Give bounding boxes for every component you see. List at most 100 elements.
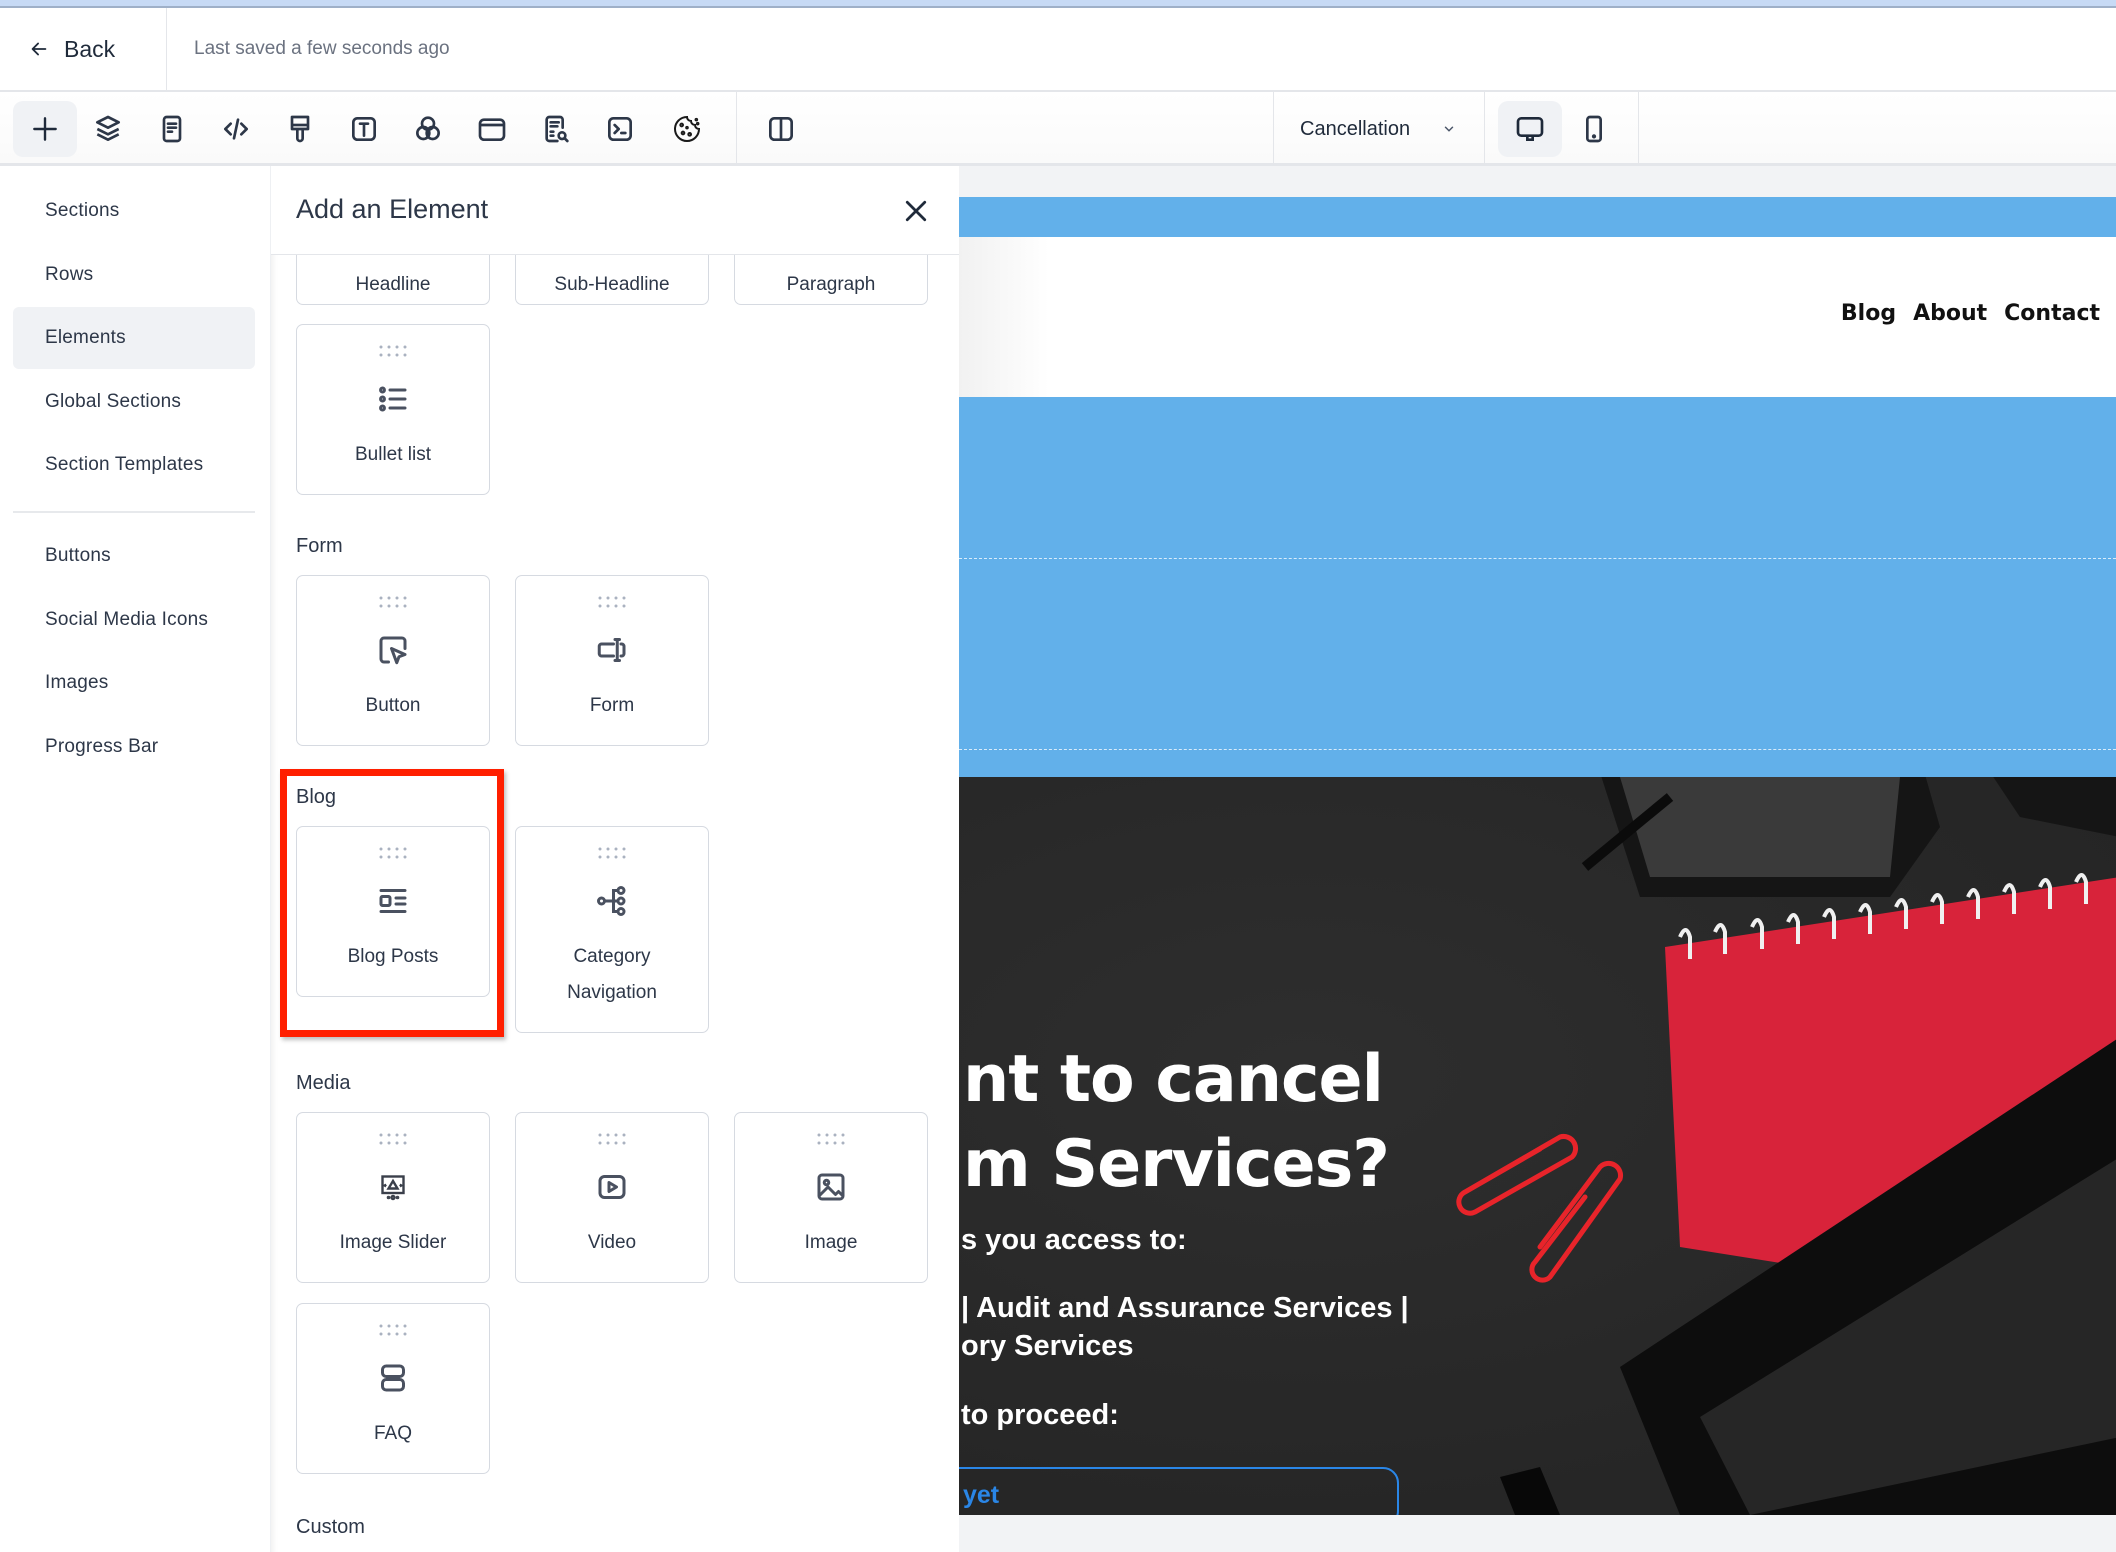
nav-link-about[interactable]: About <box>1913 301 1987 326</box>
seo-search-icon <box>545 115 569 143</box>
sidebar-item-social-media-icons[interactable]: Social Media Icons <box>13 589 255 651</box>
drag-handle-icon <box>379 1133 407 1145</box>
element-card-video[interactable]: Video <box>515 1112 709 1283</box>
card-label: Paragraph <box>786 274 876 295</box>
hero-cta-label: yet <box>963 1481 1000 1509</box>
back-button[interactable]: Back <box>0 8 167 90</box>
bullet-list-icon <box>379 386 407 412</box>
card-label: Image Slider <box>339 1232 447 1253</box>
desktop-view-button[interactable] <box>1498 101 1562 157</box>
sidebar-item-section-templates[interactable]: Section Templates <box>13 434 255 496</box>
drag-handle-icon <box>817 1133 845 1145</box>
page-canvas[interactable]: Blog About Contact nt to cancel m Servic… <box>959 197 2116 1515</box>
page-select-dropdown[interactable]: Cancellation <box>1274 92 1484 166</box>
desktop-icon <box>1516 117 1544 141</box>
layers-button[interactable] <box>76 101 140 157</box>
sidebar-item-sections[interactable]: Sections <box>13 180 255 242</box>
element-card-image[interactable]: Image <box>734 1112 928 1283</box>
card-label: Sub-Headline <box>554 274 670 295</box>
section-label-form: Form <box>296 535 343 557</box>
card-label: Video <box>587 1232 637 1253</box>
text-icon <box>352 117 376 141</box>
hero-headline-line1: nt to cancel <box>963 1042 1384 1117</box>
seo-button[interactable] <box>524 101 588 157</box>
card-label: Category <box>573 946 651 967</box>
styles-button[interactable] <box>268 101 332 157</box>
section-label-media: Media <box>296 1072 351 1094</box>
element-category-sidebar: Sections Rows Elements Global Sections S… <box>0 166 270 1552</box>
sidebar-item-images[interactable]: Images <box>13 652 255 714</box>
split-view-icon <box>769 117 793 141</box>
editor-toolbar: Cancellation <box>0 92 2116 166</box>
empty-blue-section[interactable] <box>959 397 2116 862</box>
custom-code-button[interactable] <box>204 101 268 157</box>
page-settings-button[interactable] <box>140 101 204 157</box>
nav-link-contact[interactable]: Contact <box>2004 301 2100 326</box>
hero-headline-line2: m Services? <box>963 1127 1390 1202</box>
row-boundary-line <box>959 749 2116 750</box>
site-nav: Blog About Contact <box>1841 301 2100 326</box>
window-top-stripe <box>0 0 2116 8</box>
hero-cta-button[interactable]: yet <box>959 1467 1399 1515</box>
image-slider-icon <box>381 1175 405 1201</box>
nav-link-blog[interactable]: Blog <box>1841 301 1896 326</box>
card-label: Button <box>365 695 421 716</box>
drag-handle-icon <box>598 847 626 859</box>
mobile-view-button[interactable] <box>1562 101 1626 157</box>
button-cursor-icon <box>379 636 407 665</box>
hero-section[interactable]: nt to cancel m Services? s you access to… <box>959 777 2116 1515</box>
popup-button[interactable] <box>460 101 524 157</box>
cookie-icon <box>674 115 701 142</box>
tracking-code-button[interactable] <box>588 101 652 157</box>
blog-posts-icon <box>379 889 407 913</box>
sidebar-item-buttons[interactable]: Buttons <box>13 525 255 587</box>
toolbar-divider <box>1638 92 1639 166</box>
layers-icon <box>96 115 120 141</box>
card-label: Bullet list <box>354 444 432 465</box>
element-card-button[interactable]: Button <box>296 575 490 746</box>
add-element-button[interactable] <box>13 101 77 157</box>
drag-handle-icon <box>598 596 626 608</box>
hero-text-access: s you access to: <box>961 1224 1187 1256</box>
form-input-icon <box>597 638 626 662</box>
cookie-consent-button[interactable] <box>655 101 719 157</box>
element-card-category-navigation[interactable]: Category Navigation <box>515 826 709 1033</box>
drag-handle-icon <box>379 596 407 608</box>
video-play-icon <box>598 1175 626 1199</box>
page-settings-icon <box>162 115 182 143</box>
layout-window-icon <box>478 118 506 141</box>
sidebar-item-elements[interactable]: Elements <box>13 307 255 369</box>
color-circles-icon <box>416 116 440 141</box>
chevron-down-icon <box>1444 126 1454 132</box>
sidebar-divider <box>13 511 255 513</box>
element-card-image-slider[interactable]: Image Slider <box>296 1112 490 1283</box>
section-label-custom: Custom <box>296 1516 365 1538</box>
terminal-icon <box>608 117 632 141</box>
element-card-blog-posts[interactable]: Blog Posts <box>296 826 490 997</box>
colors-button[interactable] <box>396 101 460 157</box>
sidebar-item-global-sections[interactable]: Global Sections <box>13 371 255 433</box>
category-tree-icon <box>597 886 626 916</box>
top-blue-strip <box>959 197 2116 237</box>
desk-photo-image <box>1456 777 2116 1515</box>
site-header[interactable]: Blog About Contact <box>959 237 2112 397</box>
section-label-blog: Blog <box>296 786 337 808</box>
code-icon <box>224 118 248 140</box>
element-card-bullet-list[interactable]: Bullet list <box>296 324 490 495</box>
toolbar-divider <box>736 92 737 166</box>
typography-button[interactable] <box>332 101 396 157</box>
element-card-form[interactable]: Form <box>515 575 709 746</box>
panel-header: Add an Element <box>271 166 959 255</box>
card-label: Navigation <box>567 982 657 1003</box>
sidebar-item-rows[interactable]: Rows <box>13 244 255 306</box>
hero-text-services-cont: ory Services <box>961 1330 1134 1362</box>
sidebar-item-progress-bar[interactable]: Progress Bar <box>13 716 255 778</box>
card-label: FAQ <box>373 1423 412 1444</box>
back-label: Back <box>64 35 116 62</box>
element-card-faq[interactable]: FAQ <box>296 1303 490 1474</box>
close-panel-button[interactable] <box>901 196 931 226</box>
split-view-button[interactable] <box>749 101 813 157</box>
panel-title: Add an Element <box>296 194 489 224</box>
drag-handle-icon <box>598 1133 626 1145</box>
mobile-icon <box>1586 115 1602 143</box>
